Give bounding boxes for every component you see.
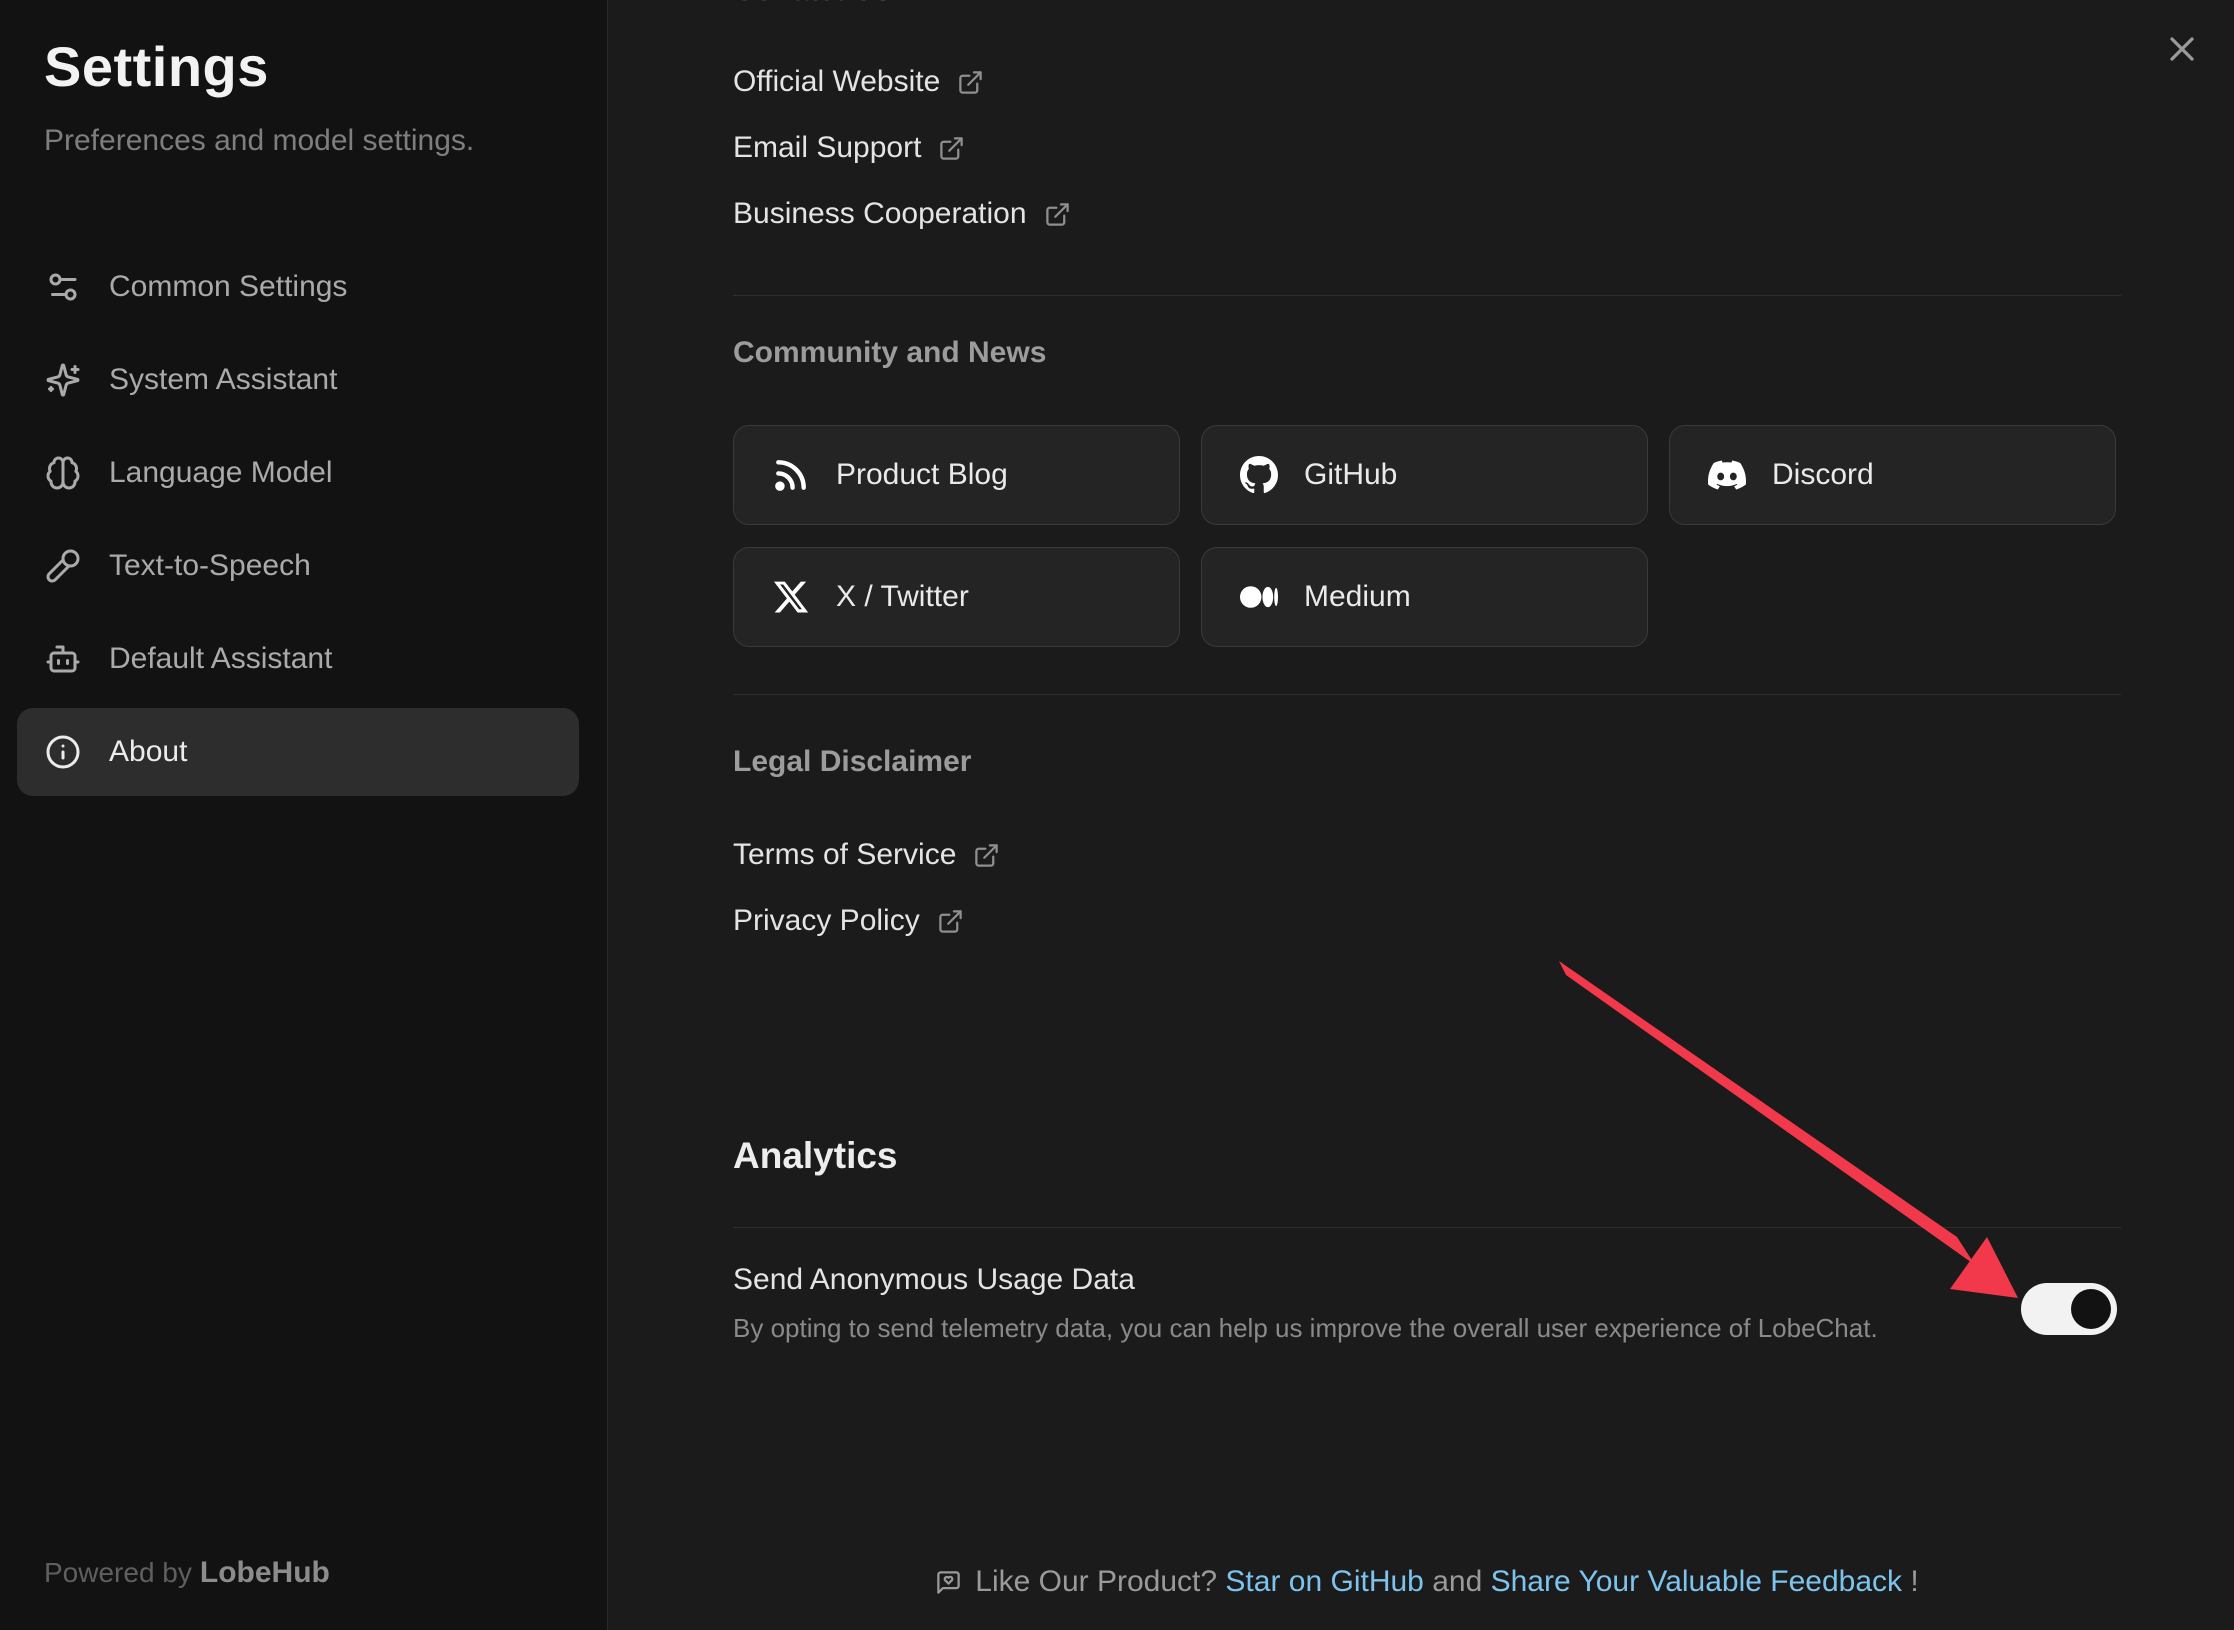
community-header: Community and News (733, 335, 1046, 371)
external-link-icon (973, 842, 1000, 869)
official-website-link[interactable]: Official Website (733, 64, 984, 100)
link-label: Business Cooperation (733, 197, 1027, 231)
x-logo-icon (772, 578, 810, 616)
rss-icon (772, 456, 810, 494)
medium-icon (1240, 578, 1278, 616)
page-subtitle: Preferences and model settings. (44, 124, 474, 158)
sparkles-icon (45, 362, 81, 398)
terms-of-service-link[interactable]: Terms of Service (733, 837, 1000, 873)
footer-prefix: Like Our Product? (975, 1565, 1217, 1599)
sidebar-item-label: Text-to-Speech (109, 549, 311, 583)
button-label: Discord (1772, 458, 1874, 492)
share-feedback-link[interactable]: Share Your Valuable Feedback (1491, 1565, 1902, 1599)
about-content: Contact Us Official Website Email Suppor… (733, 0, 2121, 1630)
sidebar-item-default-assistant[interactable]: Default Assistant (17, 615, 579, 703)
feedback-footer: Like Our Product? Star on GitHub and Sha… (733, 1561, 2121, 1603)
privacy-policy-link[interactable]: Privacy Policy (733, 903, 964, 939)
link-label: Privacy Policy (733, 904, 920, 938)
brain-icon (45, 455, 81, 491)
microphone-icon (45, 548, 81, 584)
toggle-knob (2071, 1289, 2111, 1329)
sidebar-item-label: Common Settings (109, 270, 347, 304)
close-button[interactable] (2160, 27, 2204, 71)
sidebar-item-language-model[interactable]: Language Model (17, 429, 579, 517)
external-link-icon (957, 69, 984, 96)
info-icon (45, 734, 81, 770)
discord-icon (1708, 456, 1746, 494)
analytics-header: Analytics (733, 1134, 898, 1178)
link-label: Official Website (733, 65, 940, 99)
discord-button[interactable]: Discord (1669, 425, 2116, 525)
powered-by: Powered by LobeHub (44, 1556, 330, 1590)
medium-button[interactable]: Medium (1201, 547, 1648, 647)
divider (733, 1227, 2121, 1228)
star-on-github-link[interactable]: Star on GitHub (1225, 1565, 1423, 1599)
external-link-icon (938, 135, 965, 162)
settings-modal: Settings Preferences and model settings.… (0, 0, 2234, 1630)
legal-header: Legal Disclaimer (733, 744, 971, 780)
send-usage-data-toggle[interactable] (2021, 1283, 2117, 1335)
button-label: X / Twitter (836, 580, 969, 614)
divider (733, 295, 2121, 296)
divider (733, 694, 2121, 695)
footer-suffix: ! (1910, 1565, 1918, 1599)
page-title: Settings (44, 34, 269, 99)
github-icon (1240, 456, 1278, 494)
settings-sidebar: Settings Preferences and model settings.… (0, 0, 608, 1630)
button-label: Medium (1304, 580, 1411, 614)
button-label: Product Blog (836, 458, 1008, 492)
sidebar-item-text-to-speech[interactable]: Text-to-Speech (17, 522, 579, 610)
x-twitter-button[interactable]: X / Twitter (733, 547, 1180, 647)
sidebar-item-label: Language Model (109, 456, 333, 490)
link-label: Terms of Service (733, 838, 956, 872)
close-icon (2162, 29, 2202, 69)
sidebar-item-label: System Assistant (109, 363, 337, 397)
button-label: GitHub (1304, 458, 1397, 492)
sidebar-nav: Common Settings System Assistant Languag… (17, 243, 579, 801)
product-blog-button[interactable]: Product Blog (733, 425, 1180, 525)
footer-conjunction: and (1432, 1565, 1482, 1599)
link-label: Email Support (733, 131, 921, 165)
sidebar-item-common-settings[interactable]: Common Settings (17, 243, 579, 331)
send-usage-data-label: Send Anonymous Usage Data (733, 1262, 1135, 1298)
sidebar-item-label: About (109, 735, 187, 769)
github-button[interactable]: GitHub (1201, 425, 1648, 525)
sidebar-item-label: Default Assistant (109, 642, 332, 676)
business-cooperation-link[interactable]: Business Cooperation (733, 196, 1071, 232)
email-support-link[interactable]: Email Support (733, 130, 965, 166)
about-panel: Contact Us Official Website Email Suppor… (609, 0, 2234, 1630)
sidebar-item-system-assistant[interactable]: System Assistant (17, 336, 579, 424)
send-usage-data-description: By opting to send telemetry data, you ca… (733, 1312, 1878, 1344)
lobehub-brand: LobeHub (200, 1556, 330, 1589)
message-heart-icon (935, 1569, 962, 1596)
sliders-icon (45, 269, 81, 305)
sidebar-item-about[interactable]: About (17, 708, 579, 796)
bot-icon (45, 641, 81, 677)
powered-by-text: Powered by (44, 1557, 192, 1588)
external-link-icon (937, 908, 964, 935)
contact-us-header: Contact Us (733, 0, 891, 6)
external-link-icon (1044, 201, 1071, 228)
